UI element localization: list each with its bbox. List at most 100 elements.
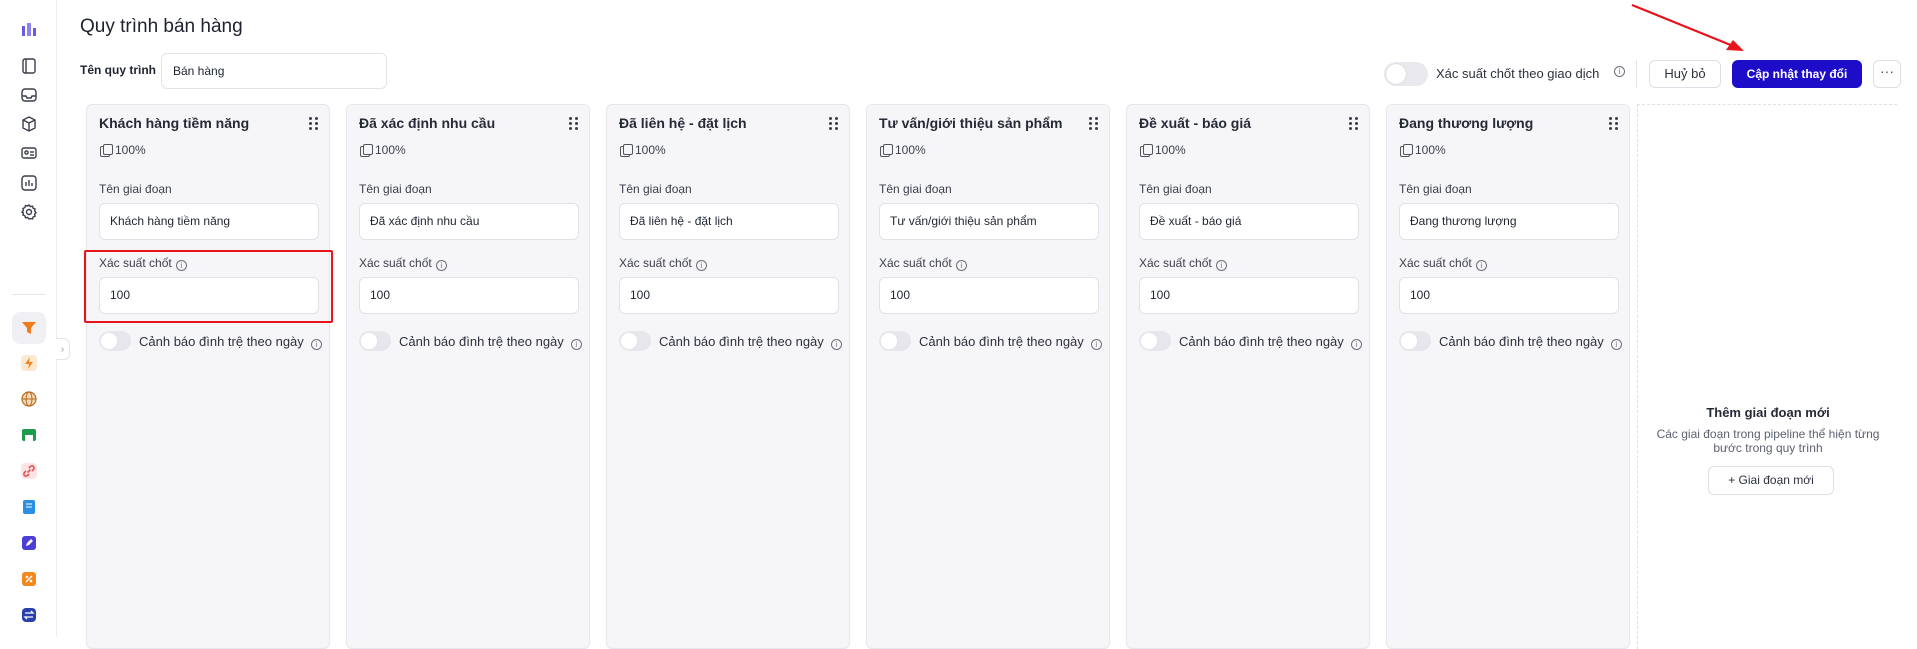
copy-icon (100, 144, 113, 157)
settings-icon[interactable] (19, 202, 39, 222)
link-icon[interactable] (19, 461, 39, 481)
stagnation-warning-toggle[interactable] (99, 331, 131, 351)
drag-handle-icon[interactable] (1349, 117, 1359, 131)
stage-name-label: Tên giai đoạn (1399, 182, 1472, 196)
inbox-icon[interactable] (19, 85, 39, 105)
sidebar (0, 0, 57, 637)
globe-icon[interactable] (19, 389, 39, 409)
chart-icon[interactable] (19, 173, 39, 193)
probability-label: Xác suất chốt i (619, 256, 707, 271)
deal-probability-label: Xác suất chốt theo giao dịch (1436, 66, 1600, 81)
probability-label-text: Xác suất chốt (879, 256, 952, 270)
sidebar-collapse-button[interactable]: › (56, 338, 70, 360)
deal-probability-toggle[interactable] (1384, 62, 1428, 86)
notebook-icon[interactable] (19, 56, 39, 76)
probability-input[interactable]: 100 (879, 277, 1099, 314)
probability-input[interactable]: 100 (619, 277, 839, 314)
copy-icon (620, 144, 633, 157)
discount-icon[interactable] (19, 569, 39, 589)
info-icon[interactable]: i (570, 339, 582, 350)
stage-name-input[interactable]: Đã xác định nhu cầu (359, 203, 579, 240)
probability-label: Xác suất chốt i (1399, 256, 1487, 271)
stagnation-warning-toggle[interactable] (619, 331, 651, 351)
stage-column: Đã liên hệ - đặt lịch 100% Tên giai đoạn… (606, 104, 850, 649)
add-stage-button[interactable]: + Giai đoạn mới (1708, 466, 1834, 495)
annotation-arrow (1631, 3, 1744, 51)
stage-percent-value: 100% (1155, 143, 1186, 157)
stage-name-input[interactable]: Đang thương lượng (1399, 203, 1619, 240)
add-stage-description: Các giai đoạn trong pipeline thể hiện từ… (1656, 427, 1880, 455)
drag-handle-icon[interactable] (1609, 117, 1619, 131)
copy-icon (1400, 144, 1413, 157)
info-icon[interactable]: i (1475, 260, 1487, 271)
box-icon[interactable] (19, 114, 39, 134)
stage-column: Tư vấn/giới thiệu sản phẩm 100% Tên giai… (866, 104, 1110, 649)
edit-icon[interactable] (19, 533, 39, 553)
stagnation-warning-label: Cảnh báo đình trệ theo ngày (139, 334, 304, 349)
logo-icon[interactable] (19, 20, 39, 40)
probability-input[interactable]: 100 (1139, 277, 1359, 314)
copy-icon (360, 144, 373, 157)
probability-label: Xác suất chốt i (359, 256, 447, 271)
stage-percent: 100% (1400, 143, 1446, 157)
stage-title: Đã xác định nhu cầu (359, 115, 496, 131)
stagnation-warning-label: Cảnh báo đình trệ theo ngày (399, 334, 564, 349)
stage-percent: 100% (880, 143, 926, 157)
contact-card-icon[interactable] (19, 143, 39, 163)
drag-handle-icon[interactable] (829, 117, 839, 131)
stage-title: Đã liên hệ - đặt lịch (619, 115, 747, 131)
probability-input[interactable]: 100 (359, 277, 579, 314)
stage-name-input[interactable]: Đã liên hệ - đặt lịch (619, 203, 839, 240)
stagnation-warning-toggle[interactable] (1139, 331, 1171, 351)
store-icon[interactable] (19, 425, 39, 445)
stage-percent: 100% (360, 143, 406, 157)
stage-title: Đề xuất - báo giá (1139, 115, 1252, 131)
stage-name-input[interactable]: Tư vấn/giới thiệu sản phẩm (879, 203, 1099, 240)
drag-handle-icon[interactable] (569, 117, 579, 131)
stage-percent: 100% (1140, 143, 1186, 157)
cancel-button[interactable]: Huỷ bỏ (1649, 60, 1721, 88)
info-icon[interactable]: i (830, 339, 842, 350)
stage-name-input[interactable]: Khách hàng tiềm năng (99, 203, 319, 240)
stagnation-warning-label: Cảnh báo đình trệ theo ngày (1179, 334, 1344, 349)
stage-title: Khách hàng tiềm năng (99, 115, 250, 131)
book-icon[interactable] (19, 497, 39, 517)
stage-percent: 100% (620, 143, 666, 157)
drag-handle-icon[interactable] (309, 117, 319, 131)
stage-percent: 100% (100, 143, 146, 157)
stagnation-warning: Cảnh báo đình trệ theo ngày i (399, 334, 582, 350)
stage-name-label: Tên giai đoạn (99, 182, 172, 196)
process-name-label: Tên quy trình (80, 63, 156, 77)
stage-percent-value: 100% (895, 143, 926, 157)
info-icon[interactable]: i (1090, 339, 1102, 350)
info-icon[interactable]: i (695, 260, 707, 271)
more-options-button[interactable]: ··· (1873, 60, 1901, 88)
process-name-input[interactable]: Bán hàng (161, 53, 387, 89)
info-icon[interactable]: i (1215, 260, 1227, 271)
lightning-icon[interactable] (19, 353, 39, 373)
stagnation-warning-label: Cảnh báo đình trệ theo ngày (919, 334, 1084, 349)
probability-label: Xác suất chốt i (1139, 256, 1227, 271)
info-icon[interactable]: i (1610, 339, 1622, 350)
probability-label-text: Xác suất chốt (619, 256, 692, 270)
drag-handle-icon[interactable] (1089, 117, 1099, 131)
info-icon[interactable]: i (310, 339, 322, 350)
stage-name-label: Tên giai đoạn (619, 182, 692, 196)
info-icon[interactable]: i (1614, 66, 1625, 77)
stagnation-warning-toggle[interactable] (359, 331, 391, 351)
stagnation-warning-toggle[interactable] (879, 331, 911, 351)
exchange-icon[interactable] (19, 605, 39, 625)
stagnation-warning-toggle[interactable] (1399, 331, 1431, 351)
stagnation-warning: Cảnh báo đình trệ theo ngày i (1179, 334, 1362, 350)
stagnation-warning: Cảnh báo đình trệ theo ngày i (659, 334, 842, 350)
update-button[interactable]: Cập nhật thay đổi (1732, 60, 1862, 88)
stage-title: Đang thương lượng (1399, 115, 1534, 131)
funnel-icon[interactable] (19, 318, 39, 338)
stage-percent-value: 100% (1415, 143, 1446, 157)
info-icon[interactable]: i (435, 260, 447, 271)
info-icon[interactable]: i (955, 260, 967, 271)
probability-input[interactable]: 100 (1399, 277, 1619, 314)
info-icon[interactable]: i (1350, 339, 1362, 350)
probability-label-text: Xác suất chốt (359, 256, 432, 270)
stage-name-input[interactable]: Đề xuất - báo giá (1139, 203, 1359, 240)
